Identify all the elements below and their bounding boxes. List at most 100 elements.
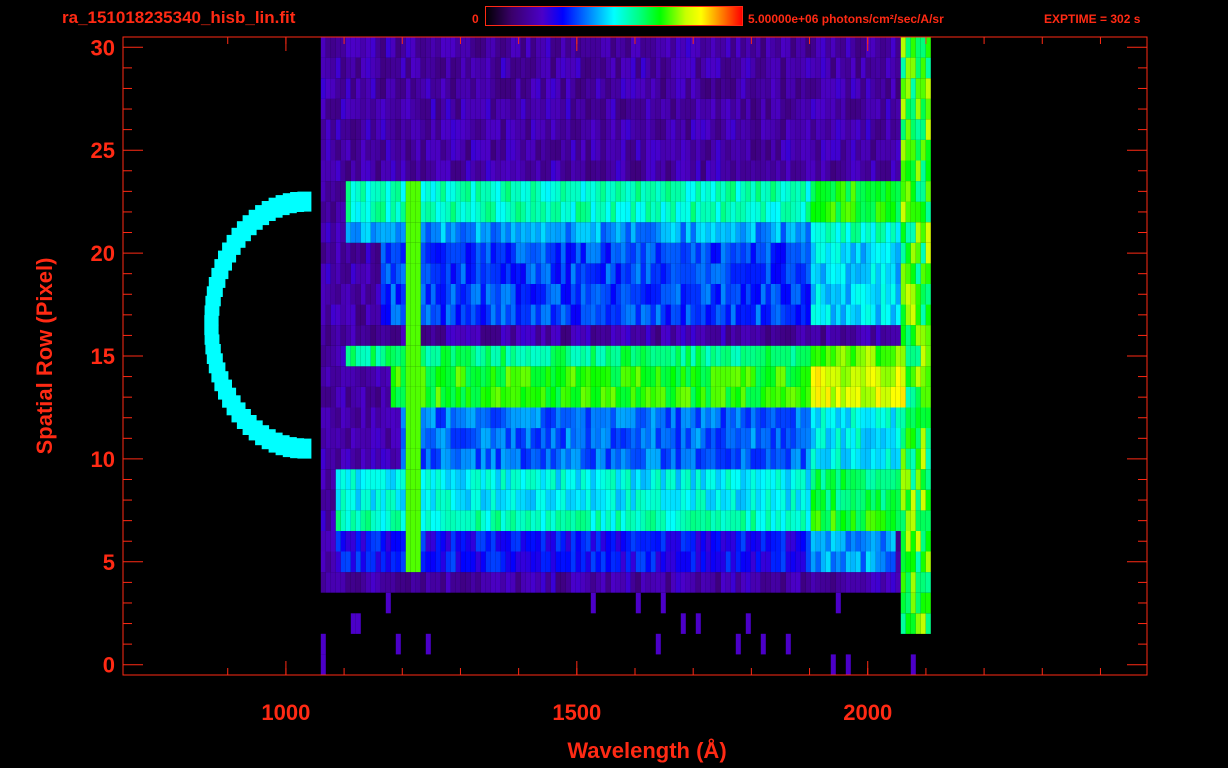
heatmap-cell xyxy=(550,78,556,99)
heatmap-cell xyxy=(730,284,736,305)
heatmap-cell xyxy=(555,139,561,161)
heatmap-cell xyxy=(430,489,436,511)
heatmap-cell xyxy=(425,428,431,449)
heatmap-cell xyxy=(805,530,811,552)
heatmap-cell xyxy=(475,510,481,531)
heatmap-cell xyxy=(350,428,356,449)
heatmap-cell xyxy=(850,304,856,326)
heatmap-cell xyxy=(415,530,421,552)
heatmap-cell xyxy=(550,37,556,58)
heatmap-cell xyxy=(535,222,541,243)
heatmap-cell xyxy=(745,386,751,408)
heatmap-cell xyxy=(590,139,596,161)
heatmap-cell xyxy=(715,304,721,326)
heatmap-cell xyxy=(620,551,626,573)
heatmap-cell xyxy=(875,572,881,593)
heatmap-cell xyxy=(915,489,921,511)
heatmap-cell xyxy=(625,489,631,511)
heatmap-cell xyxy=(725,78,731,99)
heatmap-cell xyxy=(780,98,786,120)
heatmap-cell xyxy=(890,366,896,387)
heatmap-cell xyxy=(555,78,561,99)
heatmap-cell xyxy=(380,242,386,264)
heatmap-cell xyxy=(520,428,526,449)
heatmap-cell xyxy=(330,284,336,305)
heatmap-cell xyxy=(565,284,571,305)
heatmap-cell xyxy=(705,242,711,264)
heatmap-cell xyxy=(810,139,816,161)
heatmap-cell xyxy=(900,98,906,120)
heatmap-cell xyxy=(535,428,541,449)
heatmap-cell xyxy=(800,366,806,387)
heatmap-cell xyxy=(870,489,876,511)
heatmap-cell xyxy=(370,37,376,58)
heatmap-cell xyxy=(690,386,696,408)
heatmap-cell xyxy=(695,201,701,223)
heatmap-cell xyxy=(560,242,566,264)
heatmap-cell xyxy=(700,325,706,346)
heatmap-cell xyxy=(455,325,461,346)
heatmap-cell xyxy=(720,345,726,367)
heatmap-cell xyxy=(475,489,481,511)
heatmap-cell xyxy=(760,304,766,326)
heatmap-cell xyxy=(505,345,511,367)
heatmap-cell xyxy=(905,551,911,573)
heatmap-cell xyxy=(770,263,776,284)
heatmap-cell xyxy=(875,345,881,367)
heatmap-cell xyxy=(600,428,606,449)
heatmap-cell xyxy=(530,201,536,223)
heatmap-cell xyxy=(645,530,651,552)
heatmap-cell xyxy=(490,530,496,552)
heatmap-cell xyxy=(555,407,561,429)
heatmap-cell xyxy=(440,551,446,573)
heatmap-cell xyxy=(525,345,531,367)
heatmap-cell xyxy=(565,386,571,408)
heatmap-cell xyxy=(625,160,631,182)
heatmap-cell xyxy=(885,181,891,202)
heatmap-cell xyxy=(915,284,921,305)
heatmap-cell xyxy=(775,284,781,305)
heatmap-cell xyxy=(515,222,521,243)
heatmap-cell xyxy=(590,366,596,387)
heatmap-cell xyxy=(845,551,851,573)
heatmap-cell xyxy=(540,57,546,79)
heatmap-cell xyxy=(665,428,671,449)
heatmap-cell xyxy=(430,304,436,326)
heatmap-cell xyxy=(465,139,471,161)
heatmap-cell xyxy=(680,469,686,490)
heatmap-cell xyxy=(795,551,801,573)
heatmap-cell xyxy=(800,572,806,593)
heatmap-cell xyxy=(805,78,811,99)
heatmap-cell xyxy=(715,469,721,490)
heatmap-cell xyxy=(365,489,371,511)
heatmap-cell xyxy=(465,201,471,223)
heatmap-cell xyxy=(330,263,336,284)
heatmap-cell xyxy=(580,407,586,429)
heatmap-cell xyxy=(750,325,756,346)
heatmap-cell xyxy=(425,37,431,58)
heatmap-cell xyxy=(920,469,926,490)
heatmap-cell xyxy=(920,201,926,223)
heatmap-cell xyxy=(725,551,731,573)
heatmap-cell xyxy=(820,57,826,79)
heatmap-cell xyxy=(365,201,371,223)
heatmap-cell xyxy=(780,201,786,223)
heatmap-cell xyxy=(755,263,761,284)
heatmap-cell xyxy=(605,530,611,552)
heatmap-cell xyxy=(730,345,736,367)
heatmap-cell xyxy=(645,325,651,346)
heatmap-cell xyxy=(835,37,841,58)
heatmap-cell xyxy=(780,428,786,449)
heatmap-cell xyxy=(870,510,876,531)
heatmap-cell xyxy=(690,407,696,429)
heatmap-cell xyxy=(710,139,716,161)
heatmap-cell xyxy=(830,551,836,573)
heatmap-cell xyxy=(830,139,836,161)
heatmap-cell xyxy=(835,489,841,511)
heatmap-cell xyxy=(615,386,621,408)
heatmap-cell xyxy=(790,201,796,223)
heatmap-cell xyxy=(845,57,851,79)
heatmap-cell xyxy=(710,448,716,470)
heatmap-cell xyxy=(615,510,621,531)
heatmap-cell xyxy=(740,345,746,367)
